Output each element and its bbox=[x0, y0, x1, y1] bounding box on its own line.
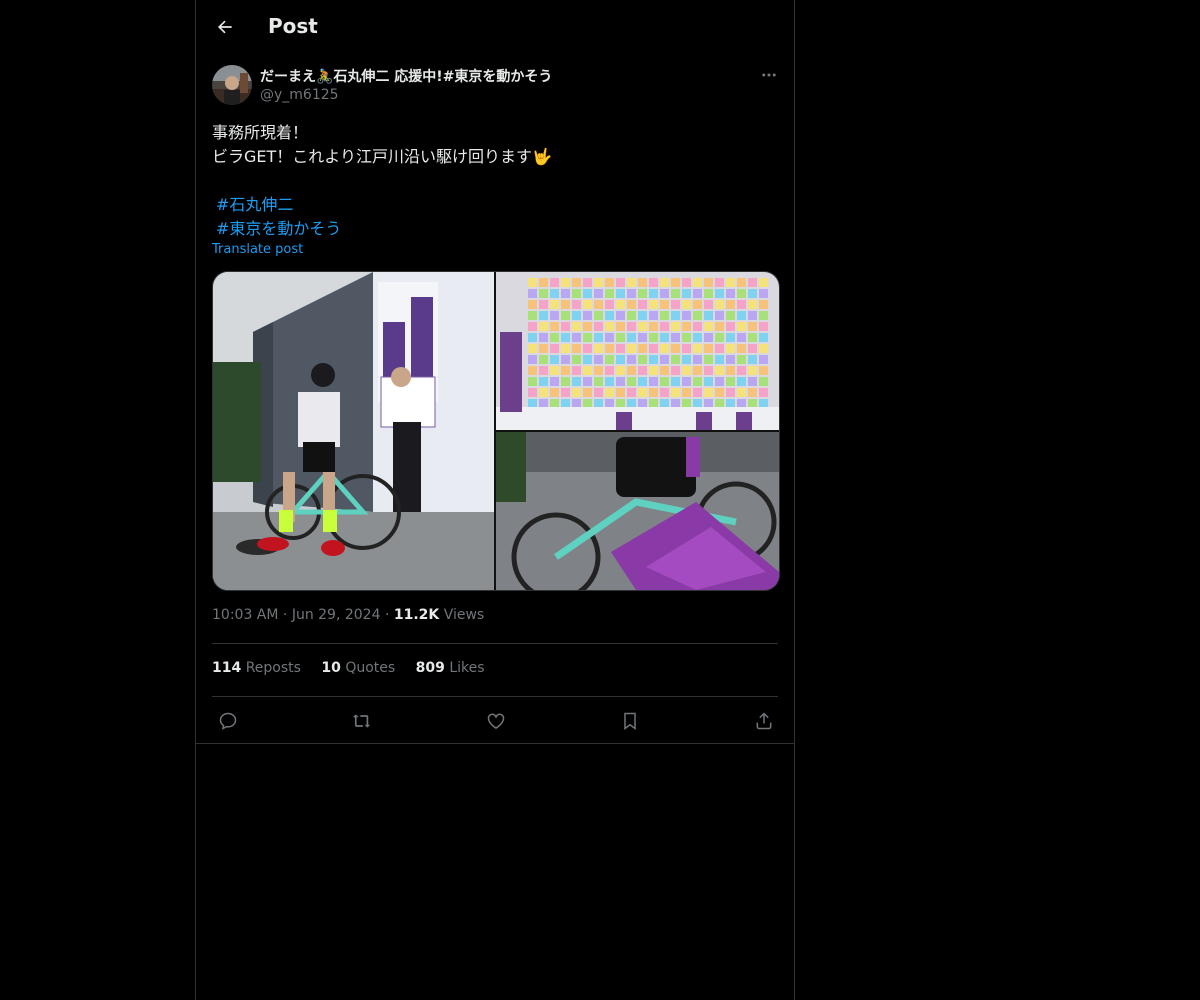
reply-icon bbox=[218, 711, 238, 731]
post-meta: 10:03 AM · Jun 29, 2024 · 11.2K Views bbox=[212, 607, 484, 623]
views-count: 11.2K bbox=[393, 607, 440, 623]
back-button[interactable] bbox=[208, 10, 242, 44]
separator: · bbox=[384, 607, 390, 623]
avatar[interactable] bbox=[212, 65, 252, 105]
post-date[interactable]: Jun 29, 2024 bbox=[292, 607, 381, 623]
share-icon bbox=[754, 711, 774, 731]
action-bar bbox=[196, 706, 794, 736]
likes-count: 809 bbox=[415, 660, 445, 676]
media-photo-bike-flyers[interactable] bbox=[496, 432, 779, 590]
media-photo-cyclist[interactable] bbox=[213, 272, 494, 590]
author-handle[interactable]: @y_m6125 bbox=[260, 87, 339, 103]
quotes-count: 10 bbox=[321, 660, 341, 676]
hashtag-line: #東京を動かそう bbox=[212, 217, 778, 241]
bookmark-icon bbox=[620, 711, 640, 731]
post-detail-column: Post だーまえ🚴石丸伸二 応援中!#東京を動かそう @y_m6125 事務所… bbox=[195, 0, 795, 1000]
reposts-count: 114 bbox=[212, 660, 242, 676]
repost-button[interactable] bbox=[347, 706, 377, 736]
share-button[interactable] bbox=[749, 706, 779, 736]
page-title: Post bbox=[268, 14, 318, 38]
post-text: 事務所現着！ ビラGET！これより江戸川沿い駆け回ります🤟 #石丸伸二 #東京を… bbox=[212, 121, 778, 241]
author-display-name[interactable]: だーまえ🚴石丸伸二 応援中!#東京を動かそう bbox=[260, 66, 552, 86]
arrow-left-icon bbox=[215, 17, 235, 37]
media-grid bbox=[212, 271, 780, 591]
hashtag-link[interactable]: #東京を動かそう bbox=[212, 219, 341, 238]
bookmark-button[interactable] bbox=[615, 706, 645, 736]
divider bbox=[212, 696, 778, 697]
divider bbox=[196, 743, 794, 744]
repost-icon bbox=[351, 711, 373, 731]
likes-label: Likes bbox=[449, 660, 485, 676]
hashtag-line: #石丸伸二 bbox=[212, 193, 778, 217]
engagement-stats: 114 Reposts 10 Quotes 809 Likes bbox=[212, 660, 501, 676]
likes-stat[interactable]: 809 Likes bbox=[416, 660, 485, 676]
reposts-stat[interactable]: 114 Reposts bbox=[212, 660, 301, 676]
like-button[interactable] bbox=[481, 706, 511, 736]
ellipsis-icon bbox=[760, 66, 778, 84]
reply-button[interactable] bbox=[213, 706, 243, 736]
like-icon bbox=[486, 711, 506, 731]
top-bar: Post bbox=[196, 0, 794, 54]
separator: · bbox=[282, 607, 288, 623]
media-photo-notes-wall[interactable] bbox=[496, 272, 779, 430]
views-label: Views bbox=[443, 607, 485, 623]
quotes-label: Quotes bbox=[345, 660, 396, 676]
more-options-button[interactable] bbox=[756, 62, 782, 88]
hashtag-link[interactable]: #石丸伸二 bbox=[212, 195, 293, 214]
translate-post-link[interactable]: Translate post bbox=[212, 242, 303, 257]
post-time[interactable]: 10:03 AM bbox=[212, 607, 278, 623]
quotes-stat[interactable]: 10 Quotes bbox=[321, 660, 395, 676]
post-text-line: ビラGET！これより江戸川沿い駆け回ります🤟 bbox=[212, 147, 552, 166]
reposts-label: Reposts bbox=[245, 660, 301, 676]
divider bbox=[212, 643, 778, 644]
post-text-line: 事務所現着！ bbox=[212, 123, 309, 142]
